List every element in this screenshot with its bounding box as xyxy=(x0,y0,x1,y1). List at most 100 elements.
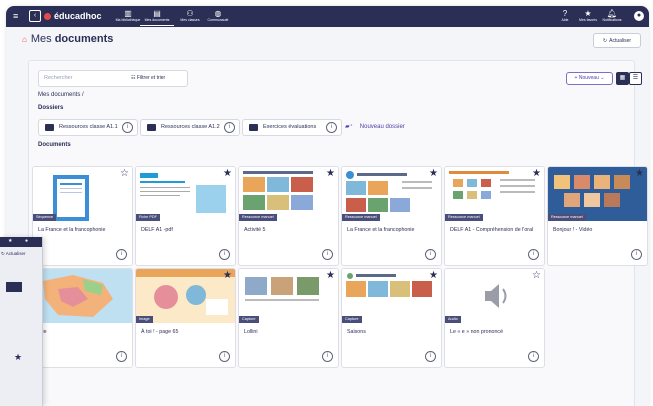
document-type-badge: Capture xyxy=(342,316,362,323)
star-filled-icon[interactable]: ★ xyxy=(429,169,438,179)
thumbnail-image xyxy=(239,269,338,323)
info-icon[interactable]: i xyxy=(322,249,333,260)
folder-label: Ressources classe A1.1 xyxy=(59,124,118,130)
back-icon[interactable]: ‹ xyxy=(29,10,41,22)
star-filled-icon[interactable]: ★ xyxy=(223,271,232,281)
document-thumbnail xyxy=(136,269,235,323)
document-card[interactable]: Ressource manuel ★ La France et la franc… xyxy=(341,166,442,266)
document-type-badge: Ressource manuel xyxy=(445,214,483,221)
documents-icon: ▤ xyxy=(153,9,161,18)
document-title: ...ie xyxy=(38,329,126,336)
info-icon[interactable]: i xyxy=(528,351,539,362)
refresh-icon: ↻ xyxy=(602,37,608,44)
info-icon[interactable]: i xyxy=(631,249,642,260)
document-title: Activité 5 xyxy=(244,227,266,233)
document-card[interactable]: Ressource manuel ★ Bonjour ! - Vidéo i xyxy=(547,166,648,266)
grid-view-icon[interactable]: ▦ xyxy=(616,72,629,85)
document-card[interactable]: Image ★ À toi ! - page 65 i xyxy=(135,268,236,368)
panel-topbar: ★ ● xyxy=(0,237,42,247)
list-view-icon[interactable]: ☰ xyxy=(629,72,642,85)
document-card[interactable]: Audio ☆ Le « e » non prononcé i xyxy=(444,268,545,368)
grid-view-icon[interactable] xyxy=(6,282,22,292)
document-card[interactable]: ...ie i xyxy=(32,268,133,368)
document-title: La France et la francophonie xyxy=(38,227,106,233)
document-title: DELF A1 -pdf xyxy=(141,227,173,233)
nav-mes-documents[interactable]: ▤ Mes documents xyxy=(140,9,174,26)
panel-refresh-button[interactable]: ↻ Actualiser xyxy=(1,251,26,257)
search-box[interactable]: Rechercher ☷ Filtrer et trier xyxy=(38,70,188,87)
star-filled-icon[interactable]: ★ xyxy=(532,169,541,179)
star-icon: ★ xyxy=(8,238,13,244)
folder-label: Exercices évaluations xyxy=(263,124,317,130)
thumbnail-image xyxy=(548,167,647,221)
filter-label: Filtrer et trier xyxy=(136,75,166,81)
document-thumbnail xyxy=(342,167,441,221)
document-thumbnail xyxy=(33,269,132,323)
thumbnail-image xyxy=(136,167,235,221)
info-icon[interactable]: i xyxy=(425,249,436,260)
brand-logo[interactable]: éducadhoc xyxy=(44,11,102,21)
add-folder-icon: ▰⁺ xyxy=(345,124,353,130)
info-icon[interactable]: i xyxy=(528,249,539,260)
star-filled-icon[interactable]: ★ xyxy=(635,169,644,179)
star-filled-icon[interactable]: ★ xyxy=(326,169,335,179)
document-thumbnail xyxy=(548,167,647,221)
nav-label: Mes documents xyxy=(144,18,170,22)
title-bold: documents xyxy=(54,33,114,45)
user-avatar-icon: ● xyxy=(25,238,29,244)
info-icon[interactable]: i xyxy=(322,351,333,362)
info-icon[interactable]: i xyxy=(122,122,133,133)
folder-icon xyxy=(147,124,156,131)
info-icon[interactable]: i xyxy=(219,351,230,362)
folder-item[interactable]: Ressources classe A1.2 i xyxy=(140,119,240,136)
star-outline-icon[interactable]: ☆ xyxy=(120,169,129,179)
page-title: ⌂ Mes documents xyxy=(22,33,113,45)
document-title: Lollini xyxy=(244,329,258,335)
home-icon[interactable]: ⌂ xyxy=(22,35,27,44)
info-icon[interactable]: i xyxy=(326,122,337,133)
new-button[interactable]: + Nouveau ⌄ xyxy=(566,72,613,85)
documents-heading: Documents xyxy=(38,142,71,148)
folder-label: Ressources classe A1.2 xyxy=(161,124,220,130)
star-filled-icon[interactable]: ★ xyxy=(223,169,232,179)
info-icon[interactable]: i xyxy=(219,249,230,260)
folder-icon xyxy=(45,124,54,131)
filter-button[interactable]: ☷ Filtrer et trier xyxy=(131,75,165,81)
info-icon[interactable]: i xyxy=(224,122,235,133)
document-type-badge: Fiche PDF xyxy=(136,214,160,221)
document-card[interactable]: Capture ★ Saisons i xyxy=(341,268,442,368)
folder-item[interactable]: Ressources classe A1.1 i xyxy=(38,119,138,136)
document-type-badge: Ressource manuel xyxy=(548,214,586,221)
document-card[interactable]: Séquence ☆ La France et la francophonie … xyxy=(32,166,133,266)
info-icon[interactable]: i xyxy=(425,351,436,362)
new-folder-button[interactable]: ▰⁺ Nouveau dossier xyxy=(345,123,405,130)
search-input[interactable]: Rechercher xyxy=(44,75,72,81)
thumbnail-image xyxy=(33,269,132,323)
star-filled-icon[interactable]: ★ xyxy=(14,352,22,363)
document-title: La France et la francophonie xyxy=(347,227,415,233)
star-filled-icon[interactable]: ★ xyxy=(326,271,335,281)
logo-icon xyxy=(44,13,51,20)
user-avatar-icon[interactable]: ● xyxy=(634,11,644,21)
app-window: ≡ ‹ éducadhoc ▥ Ma bibliothèque ▤ Mes do… xyxy=(6,6,649,406)
refresh-icon: ↻ xyxy=(1,251,5,256)
breadcrumb[interactable]: Mes documents / xyxy=(38,92,84,98)
bell-icon: 🔔︎ xyxy=(606,9,618,18)
document-card[interactable]: Ressource manuel ★ DELF A1 - Compréhensi… xyxy=(444,166,545,266)
nav-label: Notifications xyxy=(602,18,622,22)
info-icon[interactable]: i xyxy=(116,351,127,362)
star-filled-icon[interactable]: ★ xyxy=(429,271,438,281)
nav-notifications[interactable]: 🔔︎ Notifications xyxy=(598,9,626,23)
star-outline-icon[interactable]: ☆ xyxy=(532,271,541,281)
menu-icon[interactable]: ≡ xyxy=(13,12,18,21)
nav-communaute[interactable]: ◍ Communauté xyxy=(201,9,235,23)
document-card[interactable]: Fiche PDF ★ DELF A1 -pdf i xyxy=(135,166,236,266)
document-card[interactable]: Capture ★ Lollini i xyxy=(238,268,339,368)
info-icon[interactable]: i xyxy=(116,249,127,260)
folder-item[interactable]: Exercices évaluations i xyxy=(242,119,342,136)
new-folder-label: Nouveau dossier xyxy=(359,124,405,130)
document-thumbnail xyxy=(342,269,441,323)
refresh-button[interactable]: ↻ Actualiser xyxy=(593,33,641,48)
document-card[interactable]: Ressource manuel ★ Activité 5 i xyxy=(238,166,339,266)
thumbnail-image xyxy=(342,269,441,323)
